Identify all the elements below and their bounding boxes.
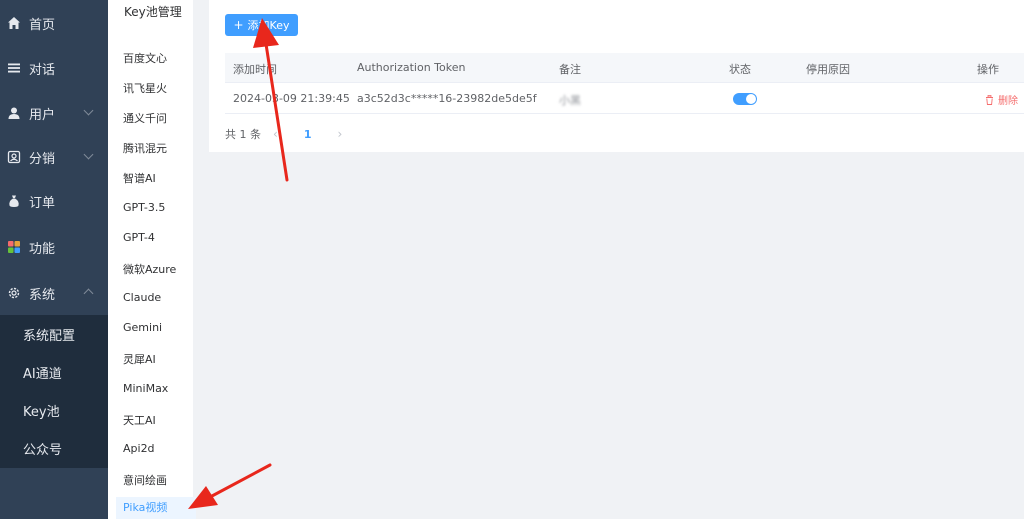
key-pool-item-pika[interactable]: Pika视频 xyxy=(116,497,196,519)
sidebar-item-system[interactable]: 系统 xyxy=(0,270,108,316)
key-pool-item-gpt4[interactable]: GPT-4 xyxy=(123,231,155,244)
annotation-arrow-pika xyxy=(188,463,272,509)
sidebar-item-label: 用户 xyxy=(29,107,56,123)
submenu-label: 系统配置 xyxy=(23,328,76,344)
pagination: 共 1 条 ‹ 1 › xyxy=(225,126,354,142)
submenu-item-key-pool[interactable]: Key池 xyxy=(0,391,108,429)
sidebar-item-chat[interactable]: 对话 xyxy=(0,45,108,91)
sidebar-item-label: 功能 xyxy=(29,241,56,257)
prev-page-button[interactable]: ‹ xyxy=(273,127,278,141)
cell-note: 小黑 xyxy=(559,94,581,107)
delete-button[interactable]: 删除 xyxy=(985,92,1018,107)
sidebar-item-label: 首页 xyxy=(29,17,56,33)
status-toggle[interactable] xyxy=(733,93,757,105)
key-pool-item-azure[interactable]: 微软Azure xyxy=(123,261,176,277)
column-header-time: 添加时间 xyxy=(233,63,277,76)
chevron-down-icon xyxy=(83,149,94,160)
sidebar-item-orders[interactable]: 订单 xyxy=(0,178,108,224)
key-pool-item-xunfei[interactable]: 讯飞星火 xyxy=(123,80,167,96)
submenu-label: 公众号 xyxy=(23,442,63,458)
add-key-label: 添加Key xyxy=(247,19,290,32)
column-header-reason: 停用原因 xyxy=(806,63,850,76)
key-pool-item-api2d[interactable]: Api2d xyxy=(123,442,155,455)
money-bag-icon xyxy=(9,195,19,207)
user-icon xyxy=(8,107,20,119)
key-pool-item-baidu[interactable]: 百度文心 xyxy=(123,50,167,66)
table-row: 2024-03-09 21:39:45 a3c52d3c*****16-2398… xyxy=(225,84,1024,114)
submenu-label: Key池 xyxy=(23,404,60,420)
sidebar-item-distribution[interactable]: 分销 xyxy=(0,134,108,180)
sidebar-item-label: 系统 xyxy=(29,287,56,303)
key-pool-item-tiangong[interactable]: 天工AI xyxy=(123,412,156,428)
chevron-down-icon xyxy=(83,105,94,116)
submenu-label: AI通道 xyxy=(23,366,62,382)
main-sidebar: 首页 对话 用户 分销 订单 功能 系统 系统配置 AI通道 Key池 公众号 xyxy=(0,0,108,519)
key-pool-item-zhipu[interactable]: 智谱AI xyxy=(123,170,156,186)
sidebar-item-label: 订单 xyxy=(29,195,56,211)
table-header: 添加时间 Authorization Token 备注 状态 停用原因 操作 xyxy=(225,53,1024,83)
plus-icon: + xyxy=(233,18,244,32)
chevron-up-icon xyxy=(83,288,94,299)
share-icon xyxy=(7,150,21,164)
page-number-1[interactable]: 1 xyxy=(304,128,312,141)
delete-label: 删除 xyxy=(998,96,1018,107)
sidebar-item-users[interactable]: 用户 xyxy=(0,90,108,136)
cell-token: a3c52d3c*****16-23982de5de5f xyxy=(357,92,537,105)
column-header-token: Authorization Token xyxy=(357,61,466,74)
key-pool-title: Key池管理 xyxy=(124,5,182,19)
submenu-item-system-config[interactable]: 系统配置 xyxy=(0,315,108,353)
key-pool-item-yijian[interactable]: 意间绘画 xyxy=(123,472,167,488)
pagination-total: 共 1 条 xyxy=(225,128,261,141)
column-header-note: 备注 xyxy=(559,63,581,76)
key-pool-item-gemini[interactable]: Gemini xyxy=(123,321,162,334)
main-content: + 添加Key 添加时间 Authorization Token 备注 状态 停… xyxy=(209,0,1024,152)
sidebar-item-home[interactable]: 首页 xyxy=(0,0,108,46)
sidebar-item-features[interactable]: 功能 xyxy=(0,224,108,270)
next-page-button[interactable]: › xyxy=(337,127,342,141)
key-pool-item-claude[interactable]: Claude xyxy=(123,291,161,304)
key-pool-item-tongyi[interactable]: 通义千问 xyxy=(123,110,167,126)
key-pool-item-gpt35[interactable]: GPT-3.5 xyxy=(123,201,165,214)
submenu-item-official-account[interactable]: 公众号 xyxy=(0,429,108,467)
home-icon xyxy=(8,17,20,29)
key-pool-panel: Key池管理 百度文心 讯飞星火 通义千问 腾讯混元 智谱AI GPT-3.5 … xyxy=(108,0,196,519)
sidebar-item-label: 对话 xyxy=(29,62,56,78)
toggle-knob xyxy=(746,94,756,104)
cell-time: 2024-03-09 21:39:45 xyxy=(233,92,350,105)
submenu-item-ai-channel[interactable]: AI通道 xyxy=(0,353,108,391)
column-header-action: 操作 xyxy=(977,63,999,76)
key-pool-item-lingxi[interactable]: 灵犀AI xyxy=(123,351,156,367)
system-submenu: 系统配置 AI通道 Key池 公众号 xyxy=(0,315,108,468)
column-header-status: 状态 xyxy=(729,63,751,76)
add-key-button[interactable]: + 添加Key xyxy=(225,14,298,36)
gear-icon xyxy=(8,287,20,299)
key-pool-item-hunyuan[interactable]: 腾讯混元 xyxy=(123,140,167,156)
menu-lines-icon xyxy=(8,63,20,73)
trash-icon xyxy=(986,94,993,105)
key-pool-item-minimax[interactable]: MiniMax xyxy=(123,382,168,395)
sidebar-item-label: 分销 xyxy=(29,151,56,167)
grid-icon xyxy=(8,241,20,253)
